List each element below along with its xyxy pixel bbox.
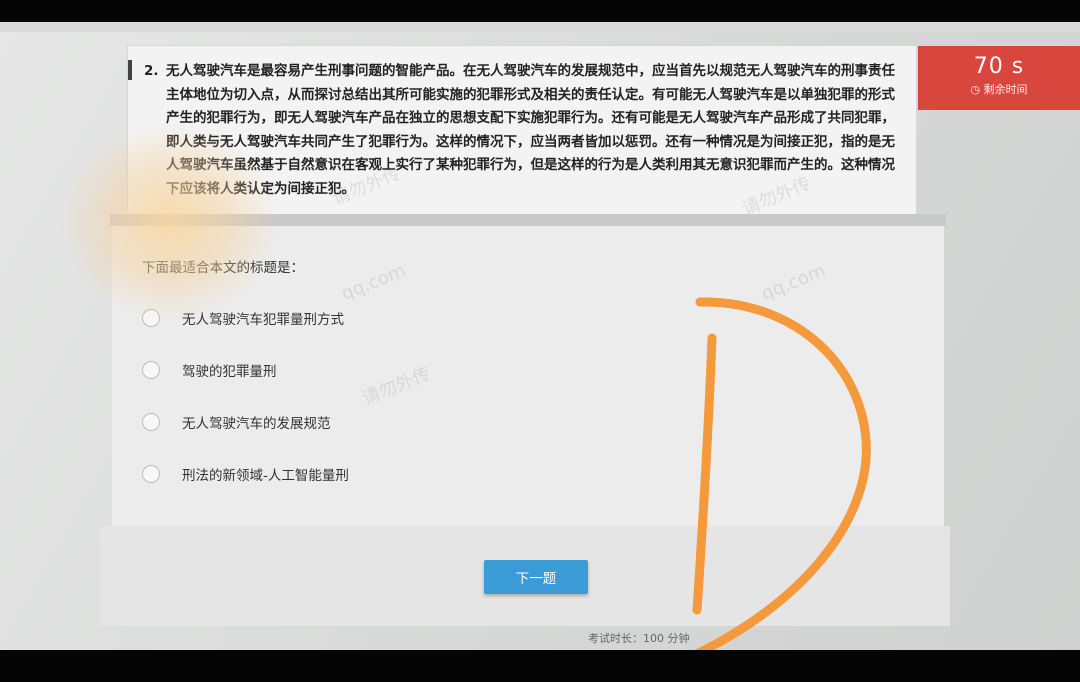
question-number: 2. (144, 63, 159, 79)
timer-label-row: ◷ 剩余时间 (918, 81, 1080, 97)
top-black-border (0, 0, 1080, 22)
exam-screen: 2. 无人驾驶汽车是最容易产生刑事问题的智能产品。在无人驾驶汽车的发展规范中，应当… (0, 32, 1080, 650)
clock-icon: ◷ (970, 83, 981, 96)
timer-label: 剩余时间 (983, 83, 1028, 96)
radio-button[interactable] (142, 361, 160, 379)
action-bar: 下一题 (100, 526, 950, 626)
bottom-black-border (0, 650, 1080, 682)
question-marker (128, 60, 132, 80)
option-label: 无人驾驶汽车的发展规范 (182, 416, 331, 432)
question-text-block: 2. 无人驾驶汽车是最容易产生刑事问题的智能产品。在无人驾驶汽车的发展规范中，应当… (144, 60, 908, 201)
option-label: 无人驾驶汽车犯罪量刑方式 (182, 312, 344, 328)
option-c[interactable]: 无人驾驶汽车的发展规范 (142, 412, 331, 432)
option-d[interactable]: 刑法的新领域-人工智能量刑 (142, 464, 349, 484)
exam-duration-text: 考试时长：100 分钟 (588, 632, 690, 645)
radio-button[interactable] (142, 465, 160, 483)
question-card: 2. 无人驾驶汽车是最容易产生刑事问题的智能产品。在无人驾驶汽车的发展规范中，应当… (128, 46, 916, 214)
answer-card: 下面最适合本文的标题是： 无人驾驶汽车犯罪量刑方式 驾驶的犯罪量刑 无人驾驶汽车… (112, 226, 944, 526)
option-a[interactable]: 无人驾驶汽车犯罪量刑方式 (142, 308, 344, 328)
option-b[interactable]: 驾驶的犯罪量刑 (142, 360, 277, 380)
timer-panel: 70 s ◷ 剩余时间 (918, 46, 1080, 110)
question-prompt: 下面最适合本文的标题是： (142, 260, 304, 276)
radio-button[interactable] (142, 413, 160, 431)
option-label: 刑法的新领域-人工智能量刑 (182, 468, 349, 484)
radio-button[interactable] (142, 309, 160, 327)
option-label: 驾驶的犯罪量刑 (182, 364, 277, 380)
next-question-button[interactable]: 下一题 (484, 560, 588, 594)
screen-photo: 2. 无人驾驶汽车是最容易产生刑事问题的智能产品。在无人驾驶汽车的发展规范中，应当… (0, 22, 1080, 650)
timer-value: 70 s (973, 54, 1025, 79)
question-text: 无人驾驶汽车是最容易产生刑事问题的智能产品。在无人驾驶汽车的发展规范中，应当首先… (166, 63, 895, 197)
section-divider (110, 214, 946, 226)
